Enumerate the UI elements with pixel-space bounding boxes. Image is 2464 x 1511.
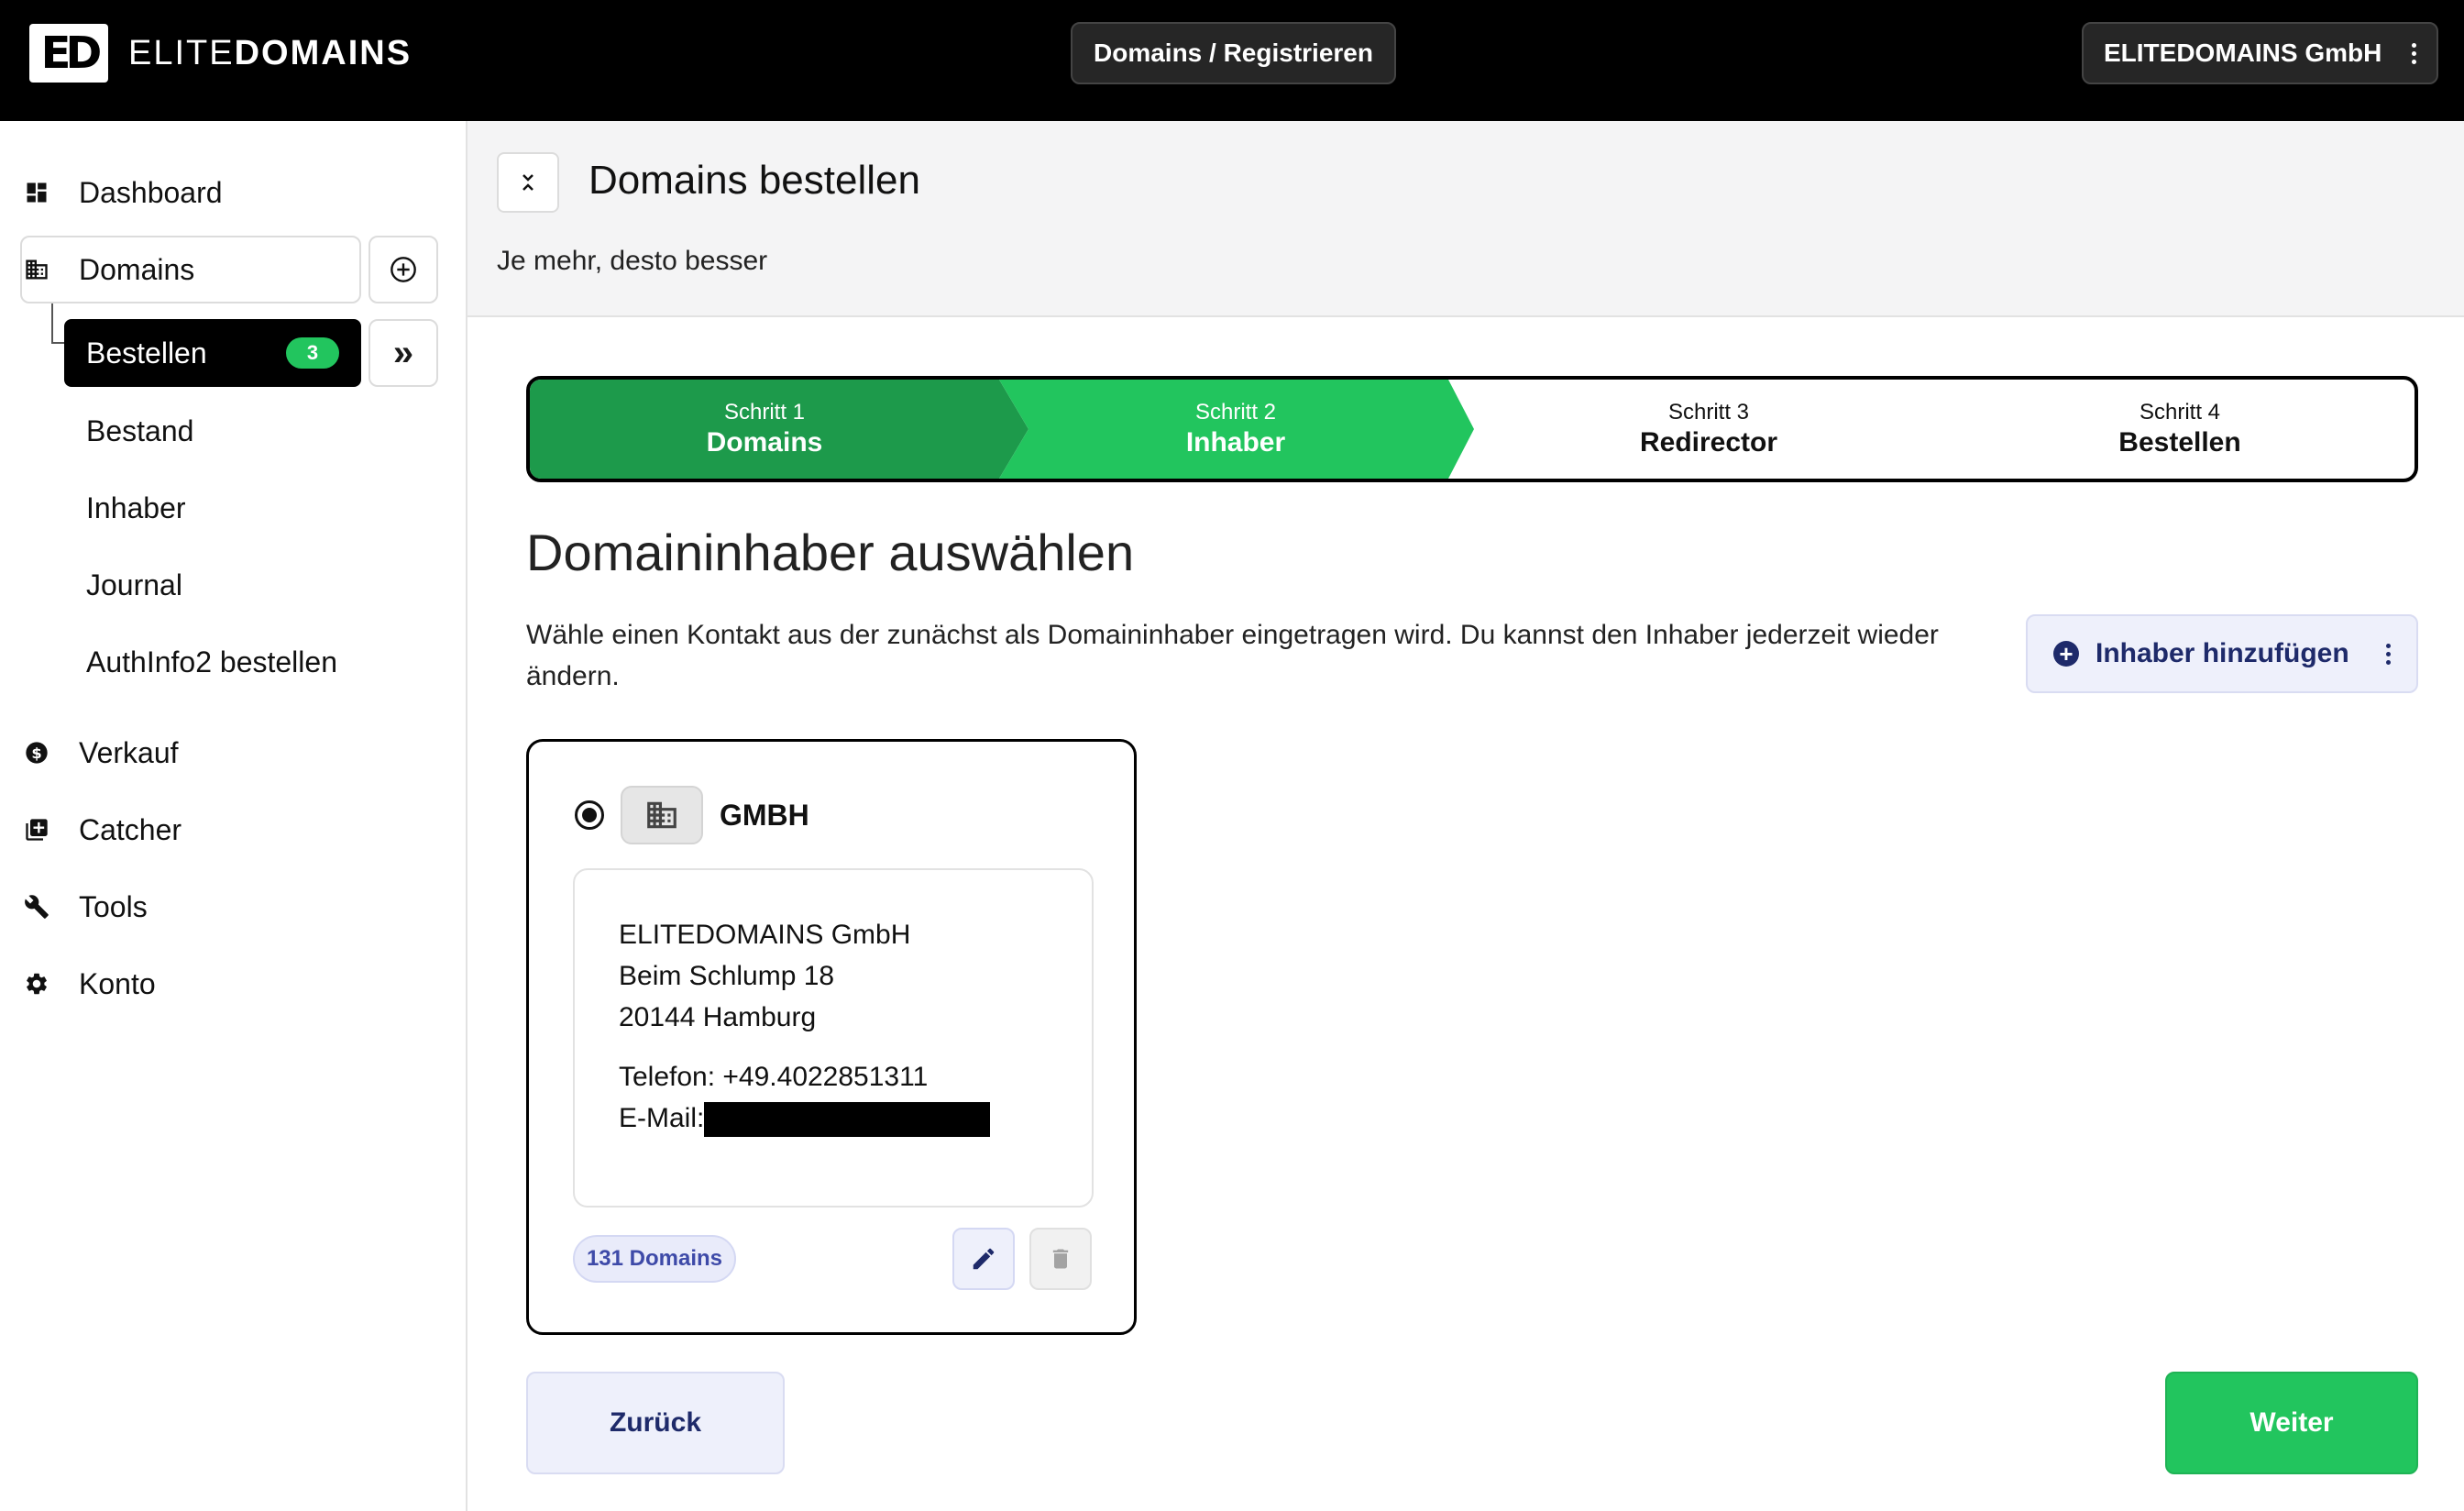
contact-type: GMBH (720, 799, 809, 832)
step-name: Domains (706, 427, 823, 458)
contact-phone: Telefon: +49.4022851311 (619, 1062, 929, 1092)
sidebar-subitem-inhaber[interactable]: Inhaber (86, 475, 186, 541)
contact-address-box: ELITEDOMAINS GmbH Beim Schlump 18 20144 … (573, 868, 1094, 1208)
breadcrumb-label: Domains / Registrieren (1094, 39, 1373, 67)
contact-company: ELITEDOMAINS GmbH (619, 920, 911, 950)
gear-icon (22, 969, 51, 998)
plus-circle-icon (390, 257, 416, 282)
sidebar-item-catcher[interactable]: Catcher (22, 797, 182, 863)
trash-icon (1052, 1249, 1069, 1269)
collapse-icon (522, 174, 534, 191)
wrench-icon (22, 892, 51, 921)
step-name: Redirector (1639, 427, 1778, 458)
domain-count-badge: 131 Domains (573, 1235, 736, 1283)
sidebar-item-label: Catcher (79, 812, 182, 846)
double-chevron-right-icon: » (392, 332, 414, 373)
account-name: ELITEDOMAINS GmbH (2104, 39, 2382, 67)
top-bar: ED ELITEDOMAINS Domains / Registrieren E… (0, 0, 2464, 121)
more-vertical-icon[interactable] (2386, 643, 2391, 665)
sidebar: Dashboard Domains Bestellen 3 » Bestand … (0, 121, 468, 1511)
add-domain-button[interactable] (368, 236, 438, 303)
sidebar-item-label: Dashboard (79, 175, 223, 209)
sidebar-item-label: Verkauf (79, 735, 179, 769)
page-header: Domains bestellen Je mehr, desto besser (468, 121, 2464, 317)
page-subtitle: Je mehr, desto besser (497, 246, 768, 276)
plus-circle-icon: + (2053, 641, 2079, 667)
sidebar-item-label: Konto (79, 966, 156, 1000)
contact-street: Beim Schlump 18 (619, 961, 835, 991)
sidebar-subitem-label: Journal (86, 568, 182, 601)
logo-text: ELITEDOMAINS (128, 33, 412, 72)
logo-mark: ED (29, 24, 108, 83)
next-button[interactable]: Weiter (2165, 1372, 2418, 1474)
count-badge: 3 (286, 337, 339, 369)
sidebar-subitem-label: Inhaber (86, 491, 186, 524)
back-label: Zurück (609, 1407, 702, 1438)
sidebar-item-domains[interactable]: Domains (22, 237, 194, 303)
dollar-circle-icon: $ (22, 738, 51, 767)
section-title: Domaininhaber auswählen (526, 524, 1135, 581)
svg-text:$: $ (31, 744, 41, 762)
delete-contact-button[interactable] (1029, 1228, 1092, 1290)
tree-connector (51, 303, 64, 344)
section-description: Wähle einen Kontakt aus der zunächst als… (526, 620, 1939, 691)
account-menu-button[interactable]: ELITEDOMAINS GmbH (2082, 22, 2438, 84)
sidebar-subitem-journal[interactable]: Journal (86, 552, 182, 618)
contact-email-label: E-Mail: (619, 1103, 705, 1133)
step-number: Schritt 3 (1667, 400, 1750, 425)
sidebar-item-verkauf[interactable]: $ Verkauf (22, 720, 179, 786)
step-bestellen[interactable]: Schritt 4 Bestellen (1945, 380, 2414, 479)
add-owner-label: Inhaber hinzufügen (2096, 638, 2349, 668)
redacted-email (704, 1102, 991, 1138)
library-add-icon (22, 815, 51, 844)
step-number: Schritt 4 (2139, 400, 2221, 425)
step-number: Schritt 2 (1194, 400, 1277, 425)
step-number: Schritt 1 (723, 400, 806, 425)
sidebar-item-label: Tools (79, 889, 148, 923)
breadcrumb-button[interactable]: Domains / Registrieren (1071, 22, 1396, 84)
contact-email-row: E-Mail: (619, 1097, 1048, 1139)
step-name: Bestellen (2118, 427, 2241, 458)
order-stepper: Schritt 1 Domains Schritt 2 Inhaber Schr… (526, 376, 2418, 482)
building-icon (621, 786, 703, 844)
sidebar-subitem-label: Bestand (86, 414, 194, 447)
contact-card[interactable]: GMBH ELITEDOMAINS GmbH Beim Schlump 18 2… (526, 739, 1137, 1335)
edit-contact-button[interactable] (952, 1228, 1015, 1290)
add-owner-button[interactable]: + Inhaber hinzufügen (2026, 614, 2418, 693)
contact-radio[interactable] (575, 800, 604, 830)
back-button[interactable]: Zurück (526, 1372, 785, 1474)
step-inhaber[interactable]: Schritt 2 Inhaber (999, 380, 1472, 479)
sidebar-subitem-authinfo2[interactable]: AuthInfo2 bestellen (86, 629, 337, 695)
step-domains[interactable]: Schritt 1 Domains (530, 380, 999, 479)
next-label: Weiter (2250, 1407, 2334, 1438)
building-icon (22, 255, 51, 284)
sidebar-subitem-label: AuthInfo2 bestellen (86, 645, 337, 678)
more-vertical-icon (2412, 42, 2416, 64)
sidebar-item-konto[interactable]: Konto (22, 951, 156, 1017)
sidebar-item-tools[interactable]: Tools (22, 874, 148, 940)
page-title: Domains bestellen (588, 158, 920, 203)
sidebar-subitem-bestand[interactable]: Bestand (86, 398, 193, 464)
dashboard-icon (22, 178, 51, 207)
step-redirector[interactable]: Schritt 3 Redirector (1472, 380, 1945, 479)
step-name: Inhaber (1185, 427, 1286, 458)
sidebar-subitem-label: Bestellen (86, 336, 207, 369)
sidebar-item-dashboard[interactable]: Dashboard (22, 160, 223, 226)
sidebar-item-label: Domains (79, 252, 195, 286)
logo[interactable]: ED ELITEDOMAINS (29, 24, 412, 83)
sidebar-subitem-bestellen[interactable]: Bestellen 3 (64, 319, 361, 387)
collapse-header-button[interactable] (497, 152, 559, 213)
contact-city: 20144 Hamburg (619, 1002, 817, 1032)
pencil-icon (973, 1248, 995, 1270)
expand-button[interactable]: » (368, 319, 438, 387)
